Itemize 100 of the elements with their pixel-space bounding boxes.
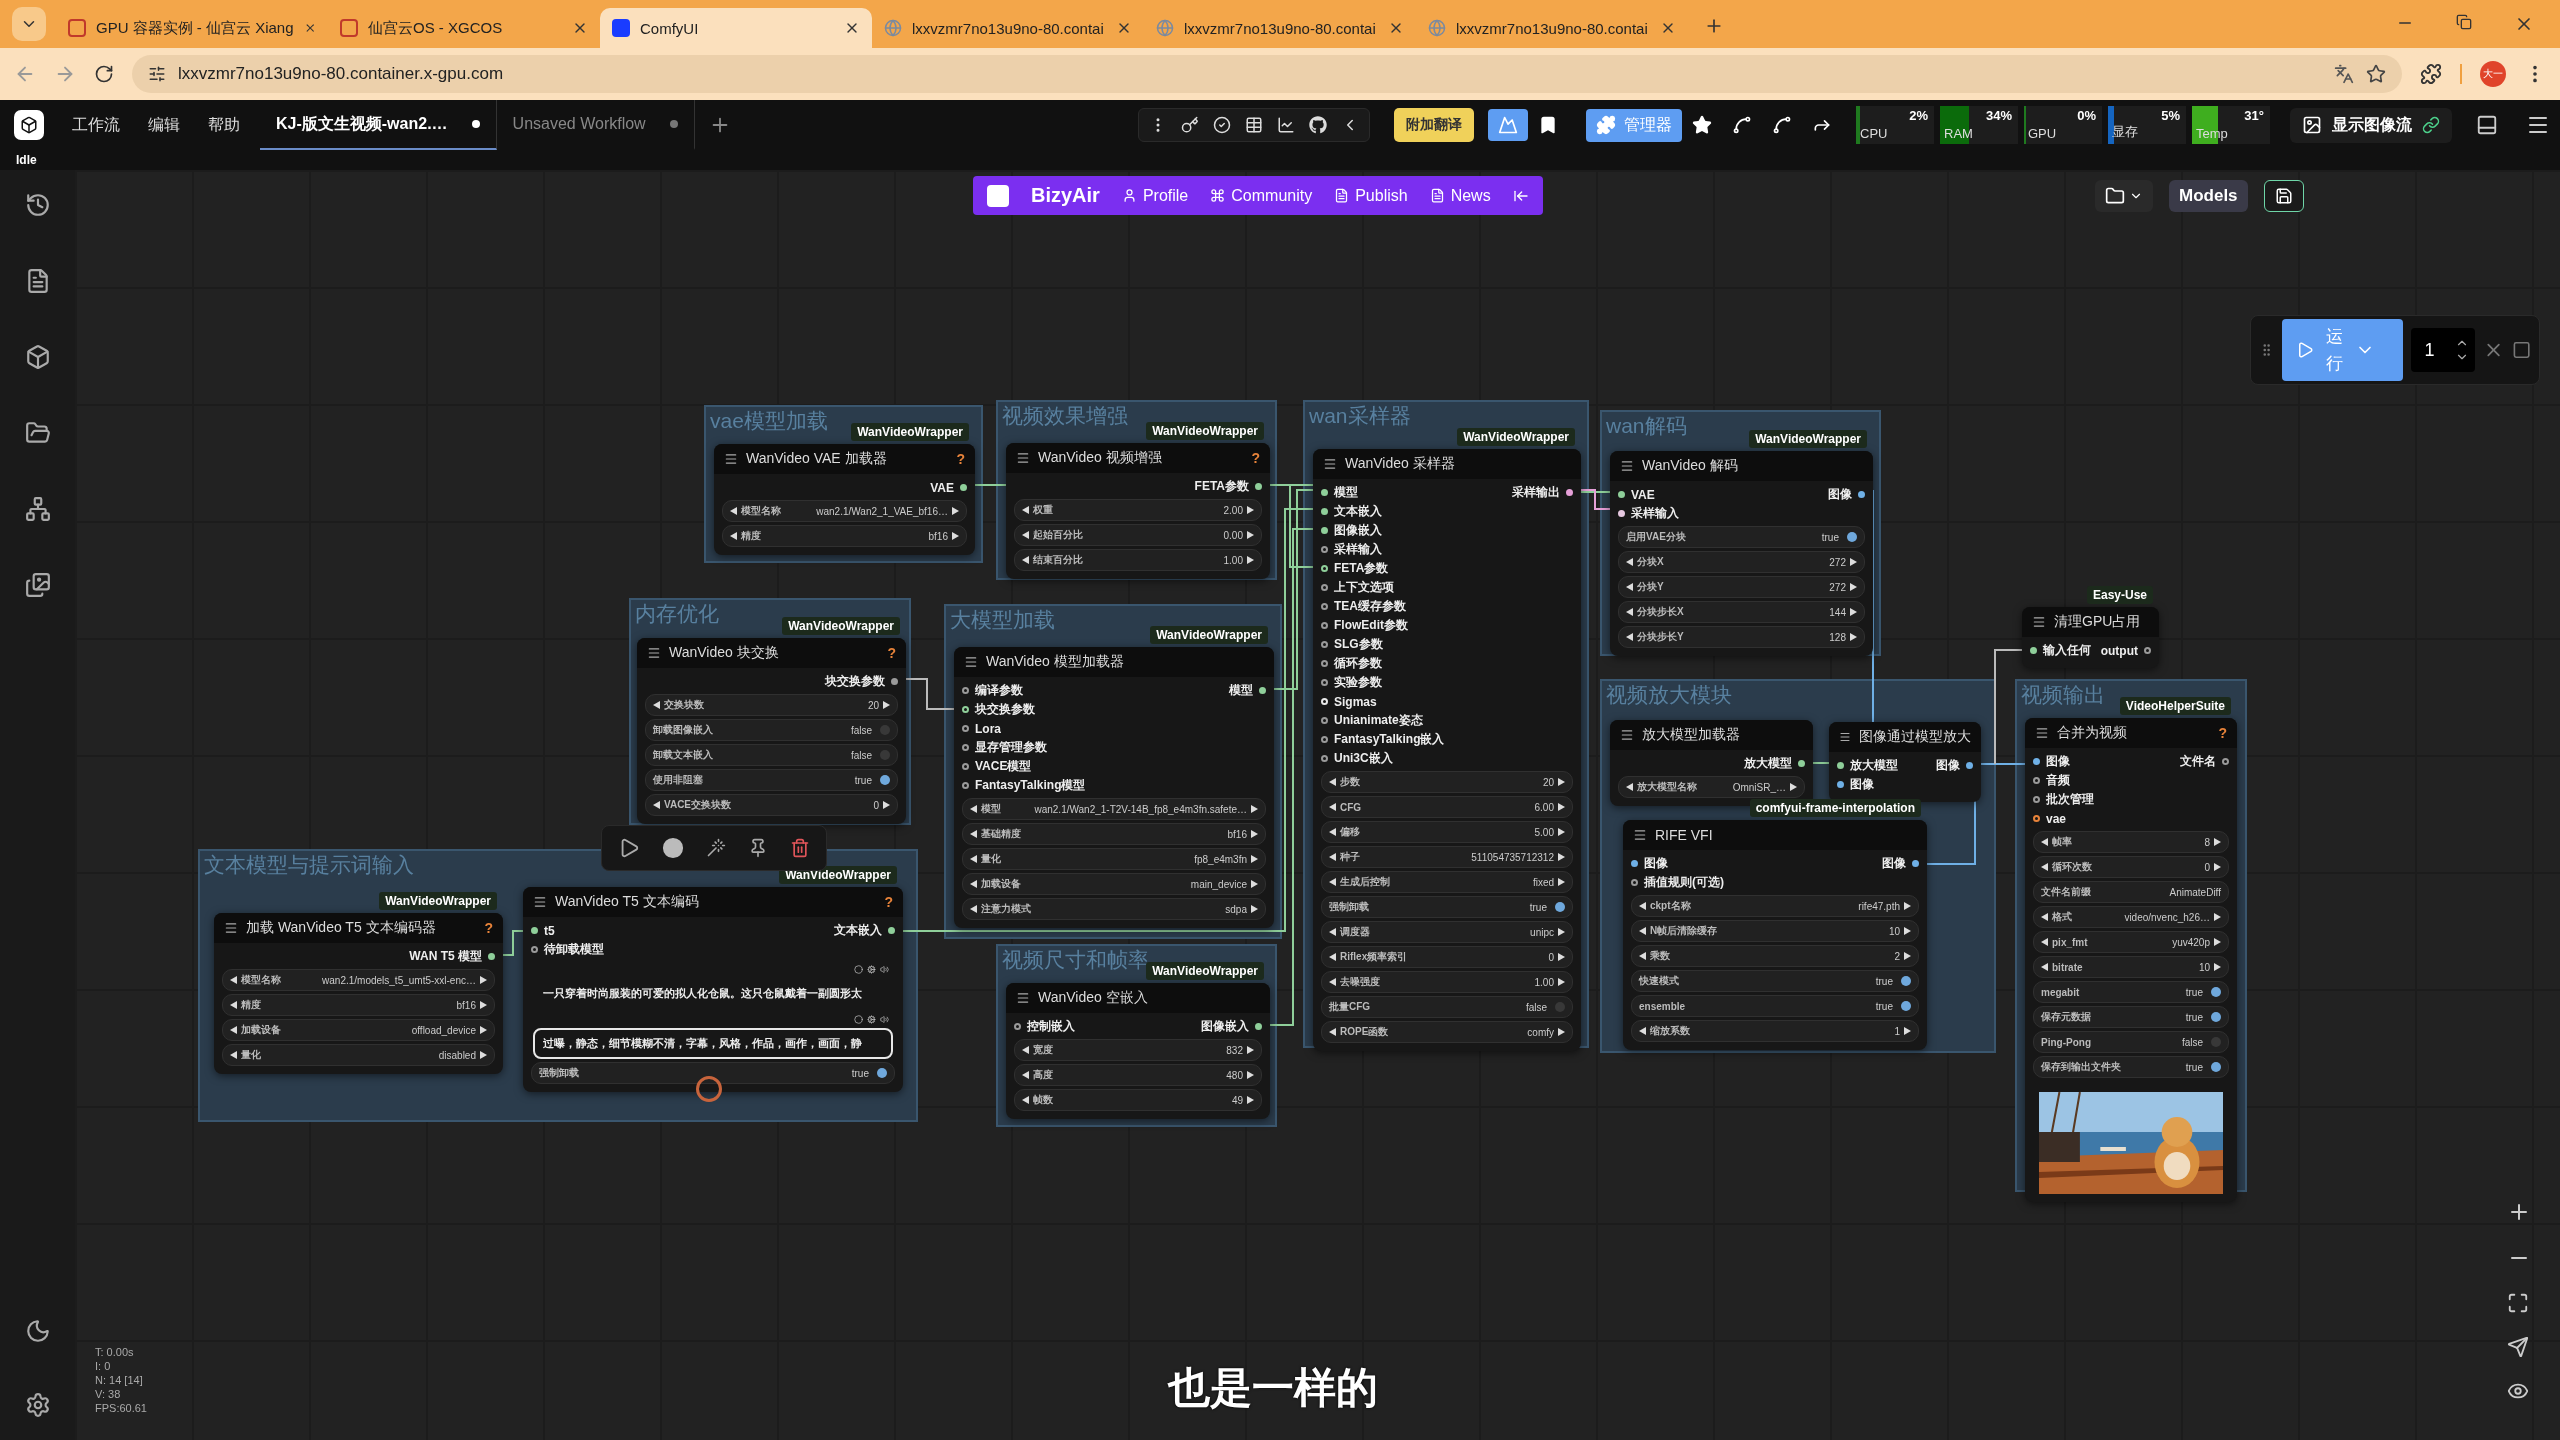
right-arrow-icon[interactable] [480, 1026, 487, 1034]
prompt-field[interactable]: 过曝，静态，细节模糊不清，字幕，风格，作品，画作，画面，静 [533, 1028, 893, 1059]
gear-icon[interactable] [867, 1015, 876, 1024]
widget-field[interactable]: 种子 511054735712312 [1321, 846, 1573, 868]
input-slot-icon[interactable] [1321, 508, 1328, 515]
left-arrow-icon[interactable] [2041, 913, 2048, 921]
right-arrow-icon[interactable] [1850, 633, 1857, 641]
right-arrow-icon[interactable] [1251, 830, 1258, 838]
menu-icon[interactable] [2032, 615, 2046, 629]
toggle-dot-icon[interactable] [1555, 902, 1565, 912]
right-arrow-icon[interactable] [1850, 558, 1857, 566]
left-arrow-icon[interactable] [653, 801, 660, 809]
gear-icon[interactable] [867, 965, 876, 974]
input-slot-icon[interactable] [962, 687, 969, 694]
app-logo[interactable] [14, 110, 44, 140]
toggle-field[interactable]: 强制卸载 true [1321, 896, 1573, 918]
widget-field[interactable]: VACE交换块数 0 [645, 794, 898, 816]
output-slot-icon[interactable] [888, 927, 895, 934]
output-slot-icon[interactable] [2144, 647, 2151, 654]
toggle-field[interactable]: 保存到输出文件夹 true [2033, 1056, 2229, 1078]
input-slot-icon[interactable] [2030, 647, 2037, 654]
circle-icon[interactable] [854, 1015, 863, 1024]
toggle-dot-icon[interactable] [1901, 976, 1911, 986]
widget-field[interactable]: 生成后控制 fixed [1321, 871, 1573, 893]
right-arrow-icon[interactable] [2214, 863, 2221, 871]
toggle-field[interactable]: 启用VAE分块 true [1618, 526, 1865, 548]
widget-field[interactable]: 乘数 2 [1631, 945, 1919, 967]
output-slot-icon[interactable] [960, 484, 967, 491]
input-slot-icon[interactable] [1321, 565, 1328, 572]
input-slot-icon[interactable] [1631, 879, 1638, 886]
menu-icon[interactable] [1620, 459, 1634, 473]
menu-item[interactable]: 工作流 [58, 108, 134, 142]
right-arrow-icon[interactable] [883, 801, 890, 809]
right-arrow-icon[interactable] [1558, 803, 1565, 811]
network-icon[interactable] [24, 496, 51, 522]
menu-icon[interactable] [1633, 828, 1647, 842]
left-arrow-icon[interactable] [1626, 608, 1633, 616]
widget-field[interactable]: 帧数 49 [1014, 1089, 1262, 1111]
browser-tab[interactable]: lxxvzmr7no13u9no-80.contai [1416, 8, 1688, 48]
help-icon[interactable]: ? [884, 894, 893, 910]
toggle-dot-icon[interactable] [880, 775, 890, 785]
widget-field[interactable]: 分块步长Y 128 [1618, 626, 1865, 648]
menu-icon[interactable] [1016, 991, 1030, 1005]
widget-field[interactable]: 去噪强度 1.00 [1321, 971, 1573, 993]
right-arrow-icon[interactable] [1904, 952, 1911, 960]
table-icon[interactable] [1245, 116, 1263, 134]
speaker-icon[interactable] [880, 965, 889, 974]
left-arrow-icon[interactable] [970, 805, 977, 813]
right-arrow-icon[interactable] [1558, 953, 1565, 961]
output-slot-icon[interactable] [1566, 489, 1573, 496]
moon-icon[interactable] [24, 1318, 51, 1344]
left-arrow-icon[interactable] [2041, 838, 2048, 846]
toggle-dot-icon[interactable] [1847, 532, 1857, 542]
navigate-icon[interactable] [2507, 1336, 2529, 1358]
left-arrow-icon[interactable] [1022, 1071, 1029, 1079]
right-arrow-icon[interactable] [1247, 1071, 1254, 1079]
trash-icon[interactable] [790, 838, 810, 858]
widget-field[interactable]: 精度 bf16 [722, 525, 967, 547]
browser-tab[interactable]: GPU 容器实例 - 仙宫云 Xiang [56, 8, 328, 48]
menu-icon[interactable] [647, 646, 661, 660]
left-arrow-icon[interactable] [653, 701, 660, 709]
circle-icon[interactable] [854, 965, 863, 974]
toggle-field[interactable]: megabit true [2033, 981, 2229, 1003]
widget-field[interactable]: 格式 video/nvenc_h26… [2033, 906, 2229, 928]
toggle-field[interactable]: 保存元数据 true [2033, 1006, 2229, 1028]
right-arrow-icon[interactable] [1247, 556, 1254, 564]
chart-icon[interactable] [1277, 116, 1295, 134]
input-slot-icon[interactable] [1321, 603, 1328, 610]
browser-tab[interactable]: lxxvzmr7no13u9no-80.contai [1144, 8, 1416, 48]
input-slot-icon[interactable] [1321, 641, 1328, 648]
left-arrow-icon[interactable] [1329, 953, 1336, 961]
images-icon[interactable] [24, 572, 51, 598]
widget-field[interactable]: 精度 bf16 [222, 994, 495, 1016]
menu-icon[interactable] [724, 452, 738, 466]
left-arrow-icon[interactable] [1329, 878, 1336, 886]
widget-field[interactable]: pix_fmt yuv420p [2033, 931, 2229, 953]
widget-field[interactable]: bitrate 10 [2033, 956, 2229, 978]
profile-avatar[interactable]: 大一 [2480, 61, 2506, 87]
left-arrow-icon[interactable] [1626, 558, 1633, 566]
widget-field[interactable]: 模型名称 wan2.1/Wan2_1_VAE_bf16… [722, 500, 967, 522]
output-slot-icon[interactable] [1255, 1023, 1262, 1030]
nav-link[interactable]: Community [1210, 186, 1313, 205]
extensions-icon[interactable] [2420, 63, 2442, 85]
left-arrow-icon[interactable] [1626, 633, 1633, 641]
input-slot-icon[interactable] [1618, 491, 1625, 498]
menu-icon[interactable] [2035, 726, 2049, 740]
left-arrow-icon[interactable] [1022, 1046, 1029, 1054]
widget-field[interactable]: 宽度 832 [1014, 1039, 1262, 1061]
toggle-field[interactable]: Ping-Pong false [2033, 1031, 2229, 1053]
folder-icon[interactable] [24, 420, 51, 446]
models-button[interactable]: Models [2169, 180, 2248, 212]
input-slot-icon[interactable] [531, 946, 538, 953]
right-arrow-icon[interactable] [1558, 853, 1565, 861]
save-button[interactable] [2263, 180, 2304, 212]
left-arrow-icon[interactable] [2041, 963, 2048, 971]
browser-tab[interactable]: 仙宫云OS - XGCOS [328, 8, 600, 48]
output-slot-icon[interactable] [1966, 762, 1973, 769]
wand-icon[interactable] [706, 838, 726, 858]
widget-field[interactable]: CFG 6.00 [1321, 796, 1573, 818]
browser-tab[interactable]: lxxvzmr7no13u9no-80.contai [872, 8, 1144, 48]
